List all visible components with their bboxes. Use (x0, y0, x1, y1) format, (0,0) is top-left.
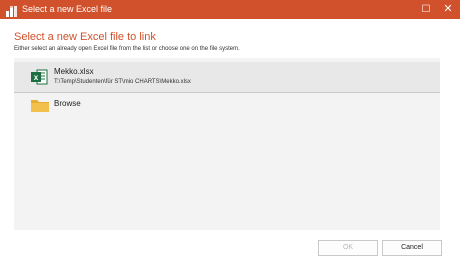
file-name: Mekko.xlsx (54, 67, 94, 76)
maximize-button[interactable]: ☐ (418, 2, 434, 17)
window-title: Select a new Excel file (22, 4, 113, 14)
app-logo-icon (6, 4, 18, 17)
file-path: T:\Temp\Studenten\für ST\mio CHARTS\Mekk… (54, 79, 191, 85)
dialog-heading: Select a new Excel file to link (14, 31, 156, 43)
cancel-button[interactable]: Cancel (382, 240, 442, 256)
close-button[interactable]: ✕ (440, 2, 456, 17)
dialog-subtitle: Either select an already open Excel file… (14, 46, 240, 52)
file-list-item-mekko[interactable]: x Mekko.xlsx T:\Temp\Studenten\für ST\mi… (14, 62, 440, 93)
folder-icon (31, 99, 49, 112)
browse-item[interactable]: Browse (14, 94, 440, 113)
ok-button[interactable]: OK (318, 240, 378, 256)
excel-file-icon: x (31, 69, 48, 85)
browse-label: Browse (54, 99, 81, 108)
title-bar: Select a new Excel file ☐ ✕ (0, 0, 460, 19)
svg-text:x: x (34, 73, 39, 82)
file-list: x Mekko.xlsx T:\Temp\Studenten\für ST\mi… (14, 58, 440, 230)
